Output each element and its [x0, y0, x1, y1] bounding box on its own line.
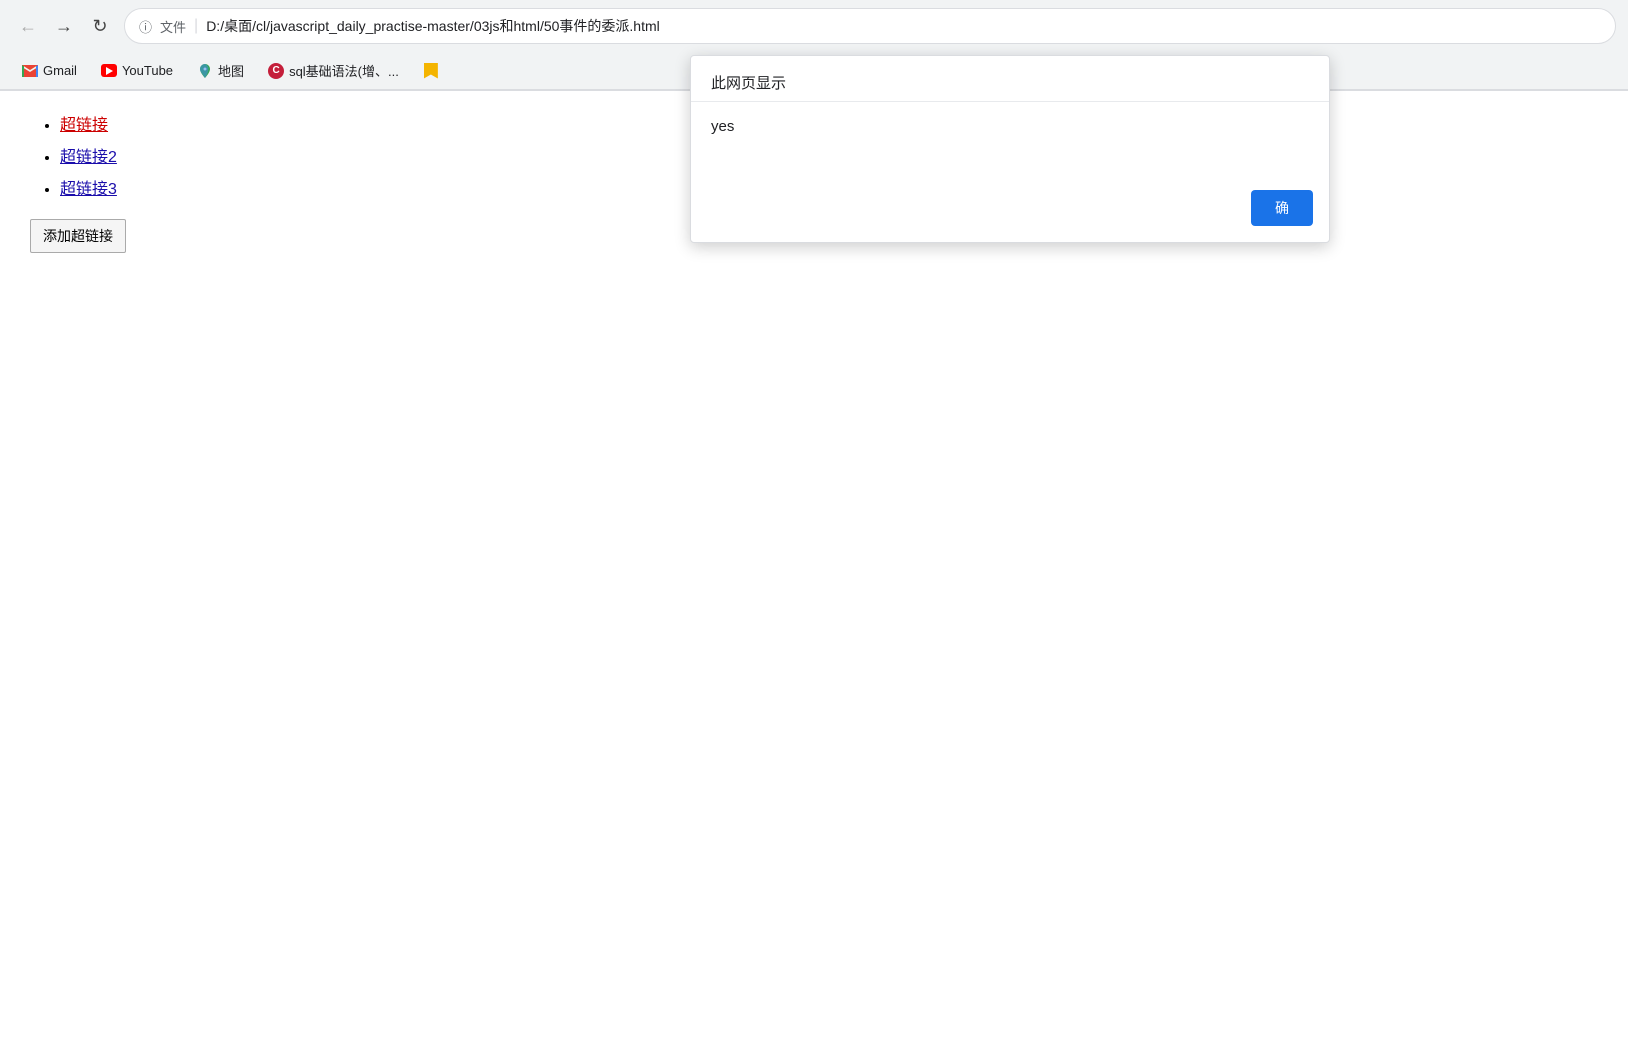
- modal-body: yes: [691, 102, 1329, 182]
- address-bar-url: D:/桌面/cl/javascript_daily_practise-maste…: [206, 16, 1601, 36]
- bookmark-sql[interactable]: C sql基础语法(增、...: [258, 57, 409, 84]
- back-button[interactable]: ←: [12, 10, 44, 42]
- modal-title: 此网页显示: [691, 56, 1329, 102]
- address-bar-separator: |: [194, 17, 198, 35]
- bookmark-youtube[interactable]: YouTube: [91, 59, 183, 83]
- hyperlink-1[interactable]: 超链接: [60, 117, 108, 134]
- add-link-button[interactable]: 添加超链接: [30, 219, 126, 253]
- modal-dialog: 此网页显示 yes 确: [690, 55, 1330, 243]
- nav-buttons: ← → ↻: [12, 10, 116, 42]
- address-bar[interactable]: ⓘ 文件 | D:/桌面/cl/javascript_daily_practis…: [124, 8, 1616, 44]
- yellow-bookmark-icon: [423, 63, 439, 79]
- refresh-button[interactable]: ↻: [84, 10, 116, 42]
- bookmark-youtube-label: YouTube: [122, 63, 173, 78]
- bookmark-gmail[interactable]: Gmail: [12, 59, 87, 83]
- bookmark-gmail-label: Gmail: [43, 63, 77, 78]
- modal-body-text: yes: [711, 118, 734, 135]
- modal-confirm-button[interactable]: 确: [1251, 190, 1313, 226]
- bookmark-maps-label: 地图: [218, 61, 244, 80]
- bookmark-5[interactable]: [413, 59, 449, 83]
- sql-icon: C: [268, 63, 284, 79]
- address-bar-security-icon: ⓘ: [139, 17, 152, 36]
- maps-icon: [197, 63, 213, 79]
- modal-footer: 确: [691, 182, 1329, 242]
- address-bar-file-label: 文件: [160, 17, 186, 36]
- hyperlink-3[interactable]: 超链接3: [60, 181, 117, 198]
- bookmark-sql-label: sql基础语法(增、...: [289, 61, 399, 80]
- nav-bar: ← → ↻ ⓘ 文件 | D:/桌面/cl/javascript_daily_p…: [0, 0, 1628, 52]
- bookmark-maps[interactable]: 地图: [187, 57, 254, 84]
- hyperlink-2[interactable]: 超链接2: [60, 149, 117, 166]
- gmail-icon: [22, 63, 38, 79]
- forward-button[interactable]: →: [48, 10, 80, 42]
- youtube-icon: [101, 63, 117, 79]
